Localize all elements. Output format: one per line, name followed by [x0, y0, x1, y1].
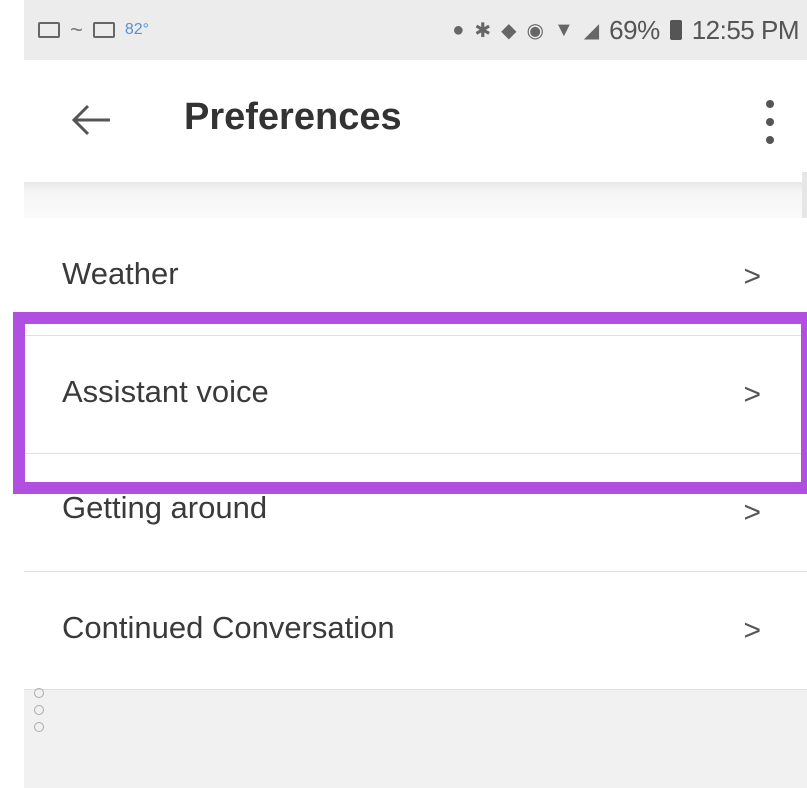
temperature-text: 82°: [124, 21, 150, 38]
signal-icon: ◢: [583, 19, 600, 42]
preference-item-continued-conversation[interactable]: Continued Conversation >: [24, 572, 807, 690]
preference-label: Assistant voice: [62, 374, 269, 409]
more-dot: [766, 100, 774, 108]
mute-icon: ◆: [501, 19, 517, 42]
more-options-icon[interactable]: [763, 100, 777, 144]
clock-time: 12:55 PM: [691, 14, 800, 45]
preference-item-assistant-voice[interactable]: Assistant voice >: [24, 336, 807, 454]
page-title: Preferences: [184, 96, 402, 138]
battery-icon: [669, 20, 682, 40]
wave-notification-icon: ~: [70, 17, 83, 42]
preference-item-getting-around[interactable]: Getting around >: [24, 454, 807, 572]
page-dots-icon: [34, 688, 46, 732]
chevron-right-icon: >: [743, 496, 761, 529]
preference-label: Continued Conversation: [62, 610, 395, 645]
preferences-list: Weather > Assistant voice > Getting arou…: [24, 218, 807, 690]
preference-item-weather[interactable]: Weather >: [24, 218, 807, 336]
status-left: ~ 82°: [38, 17, 149, 43]
footer-area: [24, 690, 807, 788]
preference-label: Getting around: [62, 490, 268, 525]
dot: [34, 722, 44, 732]
gallery-notification-icon: [92, 22, 115, 38]
image-notification-icon: [38, 22, 60, 38]
wifi-icon: ▼: [553, 18, 574, 41]
alarm-icon: ◉: [526, 19, 544, 42]
more-dot: [766, 118, 774, 126]
dot: [34, 705, 44, 715]
battery-percentage: 69%: [609, 14, 660, 45]
status-right: ● ✱ ◆ ◉ ▼ ◢ 69% 12:55 PM: [452, 15, 799, 46]
chevron-right-icon: >: [743, 614, 761, 647]
back-arrow-icon[interactable]: [70, 102, 114, 138]
bluetooth-icon: ✱: [474, 19, 492, 42]
chevron-right-icon: >: [743, 378, 761, 411]
preference-label: Weather: [62, 256, 179, 291]
more-dot: [766, 136, 774, 144]
app-bar: Preferences: [24, 60, 807, 183]
dot: [34, 688, 44, 698]
chevron-right-icon: >: [743, 260, 761, 293]
status-bar: ~ 82° ● ✱ ◆ ◉ ▼ ◢ 69% 12:55 PM: [24, 0, 807, 60]
location-icon: ●: [452, 18, 465, 41]
header-shadow: [24, 182, 807, 218]
